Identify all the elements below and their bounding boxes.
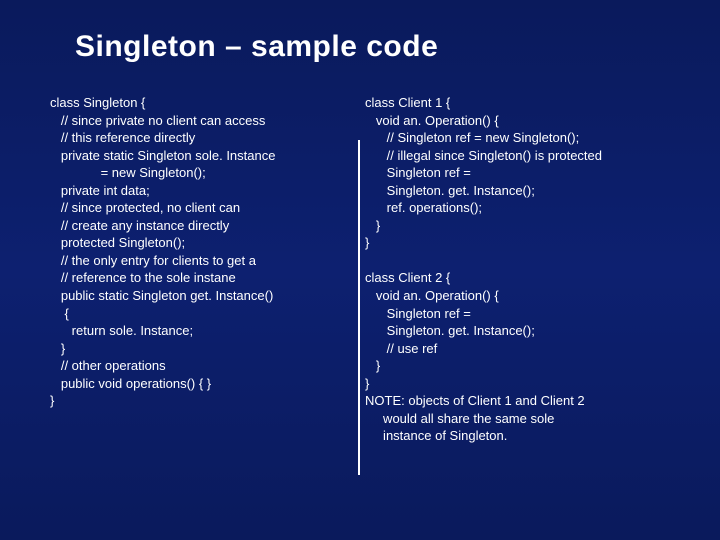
left-code-column: class Singleton { // since private no cl… [50,94,353,445]
content-area: class Singleton { // since private no cl… [0,64,720,445]
slide-title: Singleton – sample code [0,0,720,64]
right-code-column: class Client 1 { void an. Operation() { … [353,94,665,445]
column-divider [358,140,360,475]
